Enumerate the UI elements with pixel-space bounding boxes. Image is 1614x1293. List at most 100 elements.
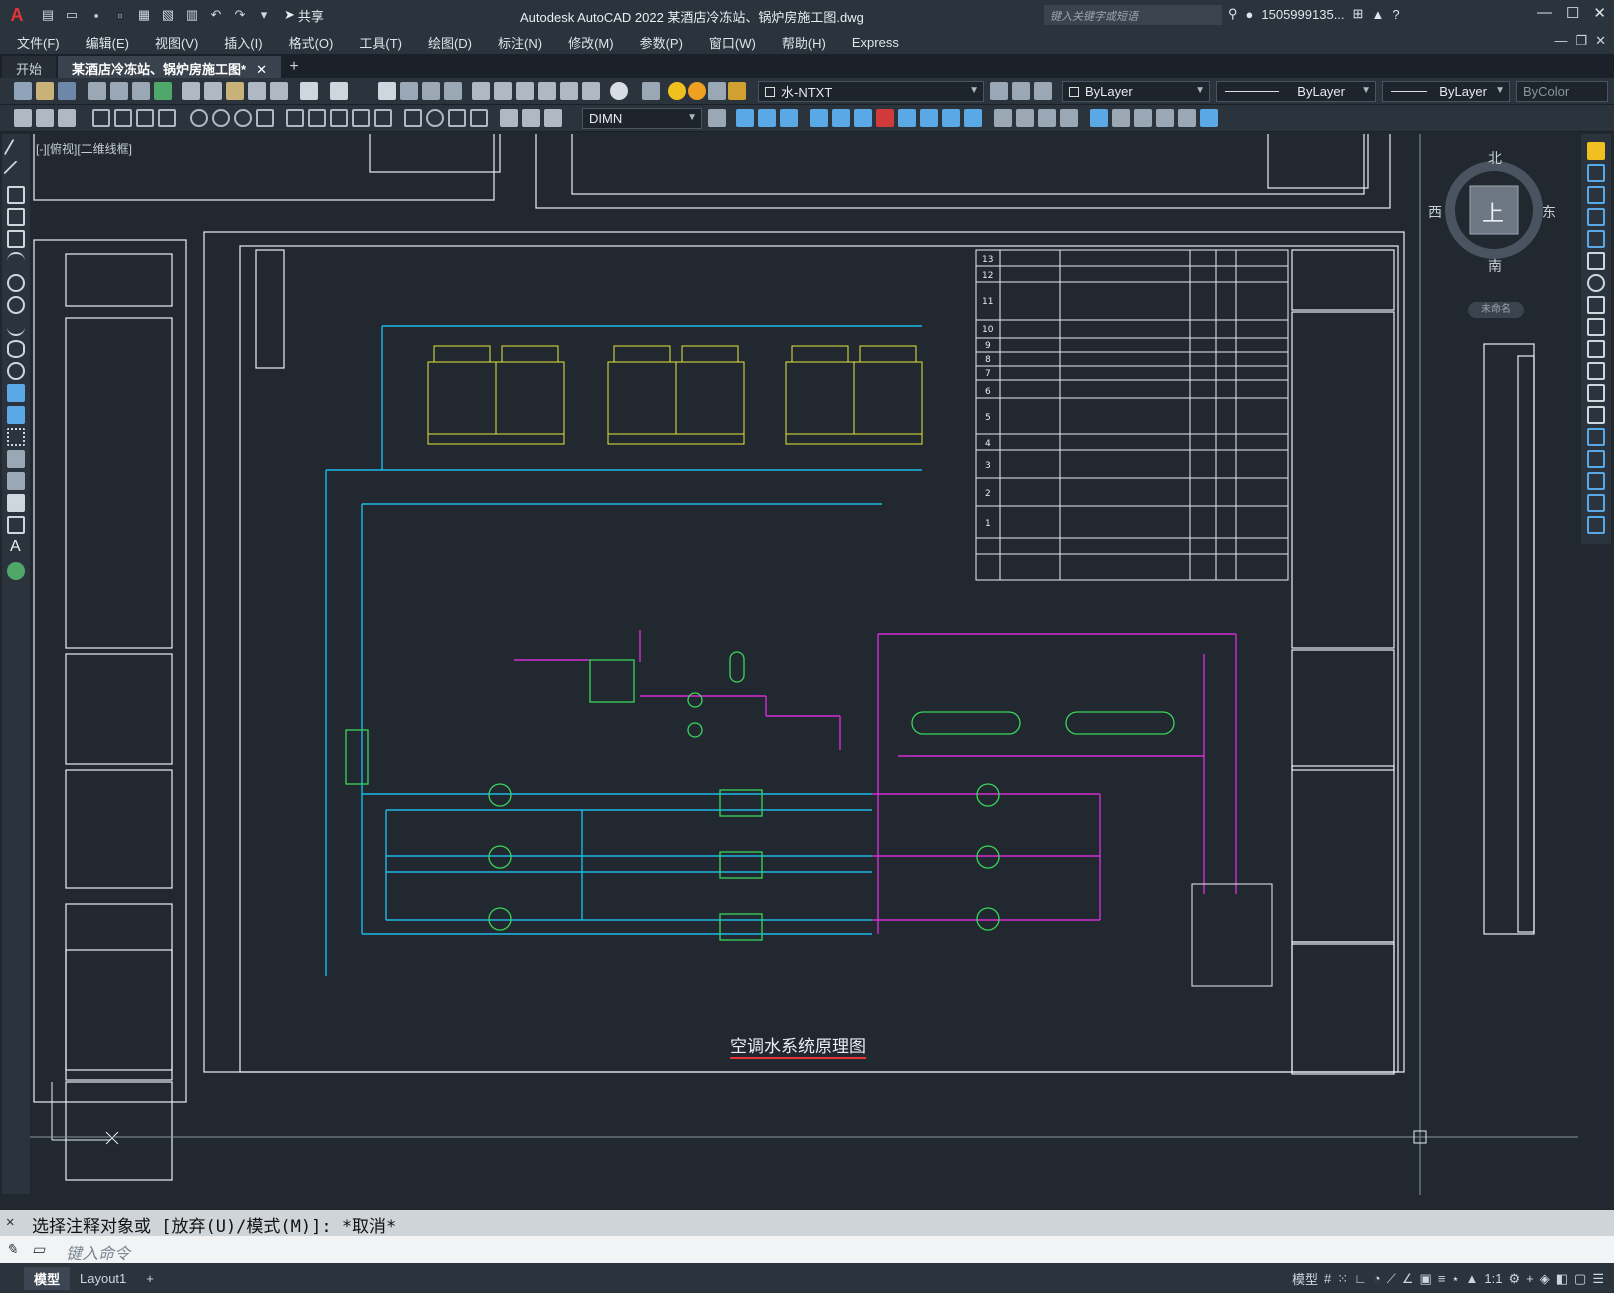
chamfer-icon[interactable] [1038, 109, 1056, 127]
group-icon[interactable] [1134, 109, 1152, 127]
save-web-icon[interactable]: ▧ [158, 5, 178, 25]
add-layout-icon[interactable]: + [136, 1269, 164, 1288]
view-cube[interactable]: 北 南 东 西 上 [1428, 150, 1556, 274]
model-space-toggle[interactable]: 模型 [1292, 1269, 1318, 1288]
close-command-icon[interactable]: ✕ [6, 1214, 14, 1230]
markup-icon[interactable] [560, 82, 578, 100]
baseline-dimension-icon[interactable] [308, 109, 326, 127]
command-prompt-icon[interactable]: ▭ [32, 1241, 45, 1258]
lineweight-icon[interactable]: ≡ [1438, 1271, 1446, 1286]
menu-dimension[interactable]: 标注(N) [485, 33, 555, 52]
insert-block-icon[interactable] [7, 384, 25, 402]
make-block-icon[interactable] [7, 406, 25, 424]
layout-tab-model[interactable]: 模型 [24, 1266, 71, 1290]
extend-icon[interactable] [964, 109, 982, 127]
customize-status-icon[interactable]: ☰ [1592, 1271, 1604, 1287]
erase-icon[interactable] [876, 109, 894, 127]
annotation-scale-value[interactable]: 1:1 [1484, 1271, 1502, 1286]
layer-dropdown[interactable]: 水-NTXT ▼ [758, 81, 984, 102]
dimstyle-dropdown[interactable]: DIMN ▼ [582, 108, 702, 129]
scale-icon[interactable] [898, 109, 916, 127]
share-button[interactable]: ➤ 共享 [284, 6, 324, 25]
pan-icon[interactable] [378, 82, 396, 100]
isodraft-icon[interactable]: ⟋ [1387, 1271, 1396, 1287]
point-icon[interactable] [7, 428, 25, 446]
menu-draw[interactable]: 绘图(D) [415, 33, 485, 52]
break-at-point-icon[interactable] [1587, 384, 1605, 402]
join-icon[interactable] [1587, 428, 1605, 446]
new-icon[interactable]: ▤ [38, 5, 58, 25]
mirror-icon[interactable] [758, 109, 776, 127]
cut-icon[interactable] [182, 82, 200, 100]
undo-icon[interactable] [300, 82, 318, 100]
tab-drawing[interactable]: 某酒店冷冻站、锅炉房施工图* ✕ [58, 56, 281, 78]
compass-east[interactable]: 东 [1542, 202, 1556, 222]
continue-dimension-icon[interactable] [330, 109, 348, 127]
command-input[interactable]: ✎ ▭ 键入命令 [0, 1236, 1614, 1263]
multiline-text-icon[interactable]: A [10, 538, 21, 556]
circle-icon[interactable] [7, 274, 25, 292]
hardware-accel-icon[interactable]: ◧ [1556, 1271, 1568, 1287]
join-icon[interactable] [1016, 109, 1034, 127]
block-editor-icon[interactable] [270, 82, 288, 100]
explode-icon[interactable] [1090, 109, 1108, 127]
layout-tab-layout1[interactable]: Layout1 [70, 1269, 136, 1288]
new-tab-icon[interactable]: + [281, 56, 307, 78]
zoom-window-icon[interactable] [422, 82, 440, 100]
break-icon[interactable] [994, 109, 1012, 127]
menu-express[interactable]: Express [839, 35, 912, 50]
menu-tools[interactable]: 工具(T) [346, 33, 415, 52]
polyline-icon[interactable] [7, 186, 25, 204]
save-icon[interactable]: ▪ [86, 5, 106, 25]
region-icon[interactable] [7, 494, 25, 512]
arc-length-icon[interactable] [136, 109, 154, 127]
break-icon[interactable] [1587, 406, 1605, 424]
redo-icon[interactable] [330, 82, 348, 100]
3d-print-icon[interactable] [154, 82, 172, 100]
dimension-text-edit-icon[interactable] [522, 109, 540, 127]
dimension-break-icon[interactable] [374, 109, 392, 127]
save-icon[interactable] [58, 82, 76, 100]
table-icon[interactable] [7, 516, 25, 534]
annotation-scale-icon[interactable]: ▲ [1466, 1271, 1479, 1286]
center-mark-icon[interactable] [426, 109, 444, 127]
rectangle-icon[interactable] [7, 230, 25, 248]
ellipse-arc-icon[interactable] [7, 362, 25, 380]
menu-window[interactable]: 窗口(W) [696, 33, 769, 52]
aligned-dimension-icon[interactable] [114, 109, 132, 127]
plot-icon[interactable]: ▥ [182, 5, 202, 25]
linetype-dropdown[interactable]: ByLayer ▼ [1216, 81, 1376, 102]
blend-curves-icon[interactable] [1587, 494, 1605, 512]
mirror-icon[interactable] [1587, 186, 1605, 204]
calculator-icon[interactable] [582, 82, 600, 100]
annotation-monitor-icon[interactable]: + [1526, 1271, 1534, 1286]
explode-icon[interactable] [1587, 516, 1605, 534]
ordinate-dimension-icon[interactable] [158, 109, 176, 127]
array-icon[interactable] [1587, 230, 1605, 248]
copy-icon[interactable] [204, 82, 222, 100]
polar-icon[interactable]: ◔ [1373, 1271, 1381, 1286]
compass-south[interactable]: 南 [1488, 256, 1502, 276]
edit-dimension-icon[interactable] [36, 109, 54, 127]
redo-icon[interactable]: ↷ [230, 5, 250, 25]
zoom-realtime-icon[interactable] [400, 82, 418, 100]
lengthen-icon[interactable] [1200, 109, 1218, 127]
extend-icon[interactable] [1587, 362, 1605, 380]
open-icon[interactable]: ▭ [62, 5, 82, 25]
line-icon[interactable] [3, 138, 29, 164]
dimension-update-icon[interactable] [544, 109, 562, 127]
clean-screen-icon[interactable]: ▢ [1574, 1271, 1586, 1287]
osnap-track-icon[interactable]: ∠ [1402, 1271, 1414, 1287]
rotate-icon[interactable] [1587, 274, 1605, 292]
layer-previous-icon[interactable] [1012, 82, 1030, 100]
compass-west[interactable]: 西 [1428, 202, 1442, 222]
jogged-dimension-icon[interactable] [212, 109, 230, 127]
search-input[interactable]: 键入关键字或短语 [1044, 5, 1222, 25]
offset-icon[interactable] [780, 109, 798, 127]
compass-north[interactable]: 北 [1488, 148, 1502, 168]
osnap-icon[interactable]: ▣ [1420, 1271, 1432, 1287]
layer-properties-icon[interactable] [642, 82, 660, 100]
quick-dim-icon[interactable] [286, 109, 304, 127]
copy-icon[interactable] [1587, 164, 1605, 182]
layer-freeze-icon[interactable] [688, 82, 706, 100]
